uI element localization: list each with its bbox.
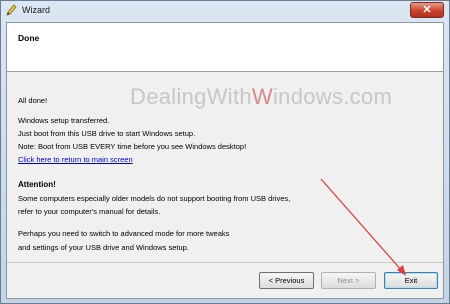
annotation-arrow — [320, 178, 406, 276]
